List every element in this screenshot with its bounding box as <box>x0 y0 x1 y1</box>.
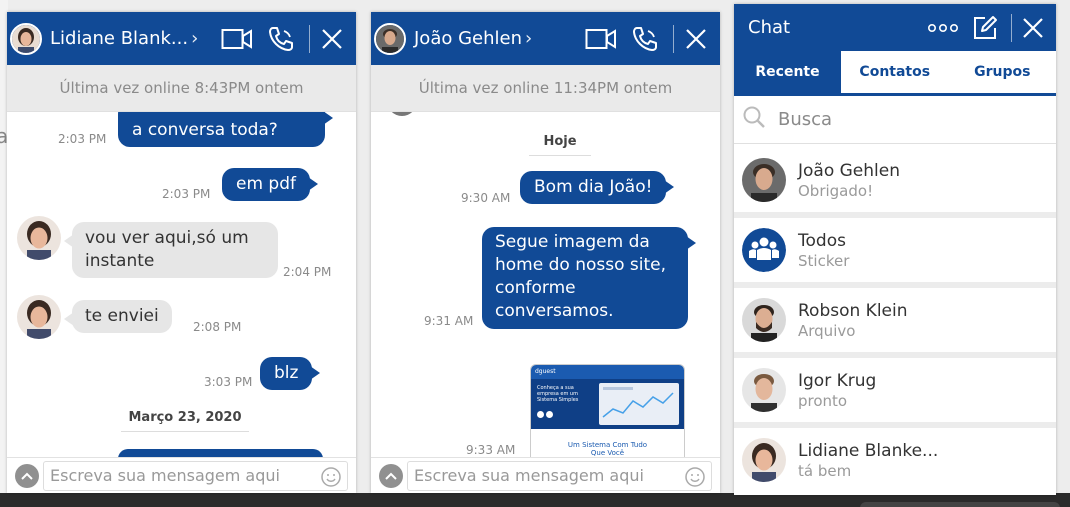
message-list[interactable]: Hoje Bom dia João! 9:30 AM Segue imagem … <box>371 112 720 457</box>
contact-name[interactable]: João Gehlen <box>414 28 522 49</box>
emoji-icon[interactable] <box>320 466 342 492</box>
chevron-up-icon[interactable] <box>15 463 39 488</box>
message-time: 2:03 PM <box>162 187 211 201</box>
phone-call-icon[interactable] <box>627 12 663 65</box>
avatar[interactable] <box>10 22 42 55</box>
message-time: 9:30 AM <box>461 191 511 205</box>
message-input[interactable]: Escreva sua mensagem aqui <box>407 460 712 492</box>
message-time: 9:33 AM <box>466 443 516 457</box>
contact-name: Todos <box>798 230 846 251</box>
phone-call-icon[interactable] <box>263 12 299 65</box>
list-item[interactable]: Igor Krug pronto <box>734 358 1056 422</box>
chevron-right-icon[interactable]: › <box>525 28 532 49</box>
chat-window-lidiane: Lidiane Blank... › Última vez online 8:4… <box>7 12 356 493</box>
chat-window-joao: João Gehlen › Última vez online 11:34PM … <box>371 12 720 493</box>
contact-name: Robson Klein <box>798 300 908 321</box>
date-separator: Março 23, 2020 <box>121 410 249 432</box>
message-time: 9:31 AM <box>424 314 474 328</box>
emoji-icon[interactable] <box>684 466 706 492</box>
avatar[interactable] <box>17 295 61 339</box>
outgoing-message: a conversa toda? <box>118 112 333 147</box>
compose-bar: Escreva sua mensagem aqui <box>371 457 720 493</box>
avatar[interactable] <box>17 216 61 260</box>
last-seen-status: Última vez online 8:43PM ontem <box>7 65 356 112</box>
avatar <box>387 112 417 116</box>
avatar <box>742 298 786 342</box>
compose-icon[interactable] <box>967 4 1003 51</box>
outgoing-message: Segue imagem da home do nosso site, conf… <box>482 227 696 329</box>
video-call-icon[interactable] <box>219 12 255 65</box>
tab-contatos[interactable]: Contatos <box>841 51 949 93</box>
contact-name: João Gehlen <box>798 160 900 181</box>
compose-bar: Escreva sua mensagem aqui <box>7 457 356 493</box>
taskbar <box>0 493 1070 507</box>
list-item[interactable]: Robson Klein Arquivo <box>734 288 1056 352</box>
message-input[interactable]: Escreva sua mensagem aqui <box>43 460 348 492</box>
message-list[interactable]: a conversa toda? 2:03 PM em pdf 2:03 PM … <box>7 112 356 457</box>
last-message: Sticker <box>798 251 850 270</box>
last-message: pronto <box>798 391 848 410</box>
search-input[interactable]: Busca <box>734 96 1056 144</box>
contact-name[interactable]: Lidiane Blank... <box>50 28 188 49</box>
chevron-up-icon[interactable] <box>379 463 403 488</box>
video-call-icon[interactable] <box>583 12 619 65</box>
contact-name: Lidiane Blanke... <box>798 440 939 461</box>
avatar <box>742 438 786 482</box>
contact-list: João Gehlen Obrigado! Todos Sticker Robs… <box>734 148 1056 492</box>
message-time: 2:03 PM <box>58 132 107 146</box>
incoming-message: vou ver aqui,só um instante <box>64 222 278 278</box>
avatar <box>742 368 786 412</box>
avatar <box>742 158 786 202</box>
last-seen-status: Última vez online 11:34PM ontem <box>371 65 720 112</box>
chat-header: João Gehlen › <box>371 12 720 65</box>
chevron-right-icon[interactable]: › <box>191 28 198 49</box>
outgoing-message: blz <box>260 357 321 390</box>
close-icon[interactable] <box>1020 4 1046 51</box>
close-icon[interactable] <box>318 12 346 65</box>
tab-grupos[interactable]: Grupos <box>948 51 1056 93</box>
sidebar-tabs: Recente Contatos Grupos <box>734 51 1056 93</box>
message-time: 2:04 PM <box>283 265 332 279</box>
search-icon <box>742 105 766 134</box>
group-icon <box>742 228 786 272</box>
outgoing-message <box>118 449 323 457</box>
avatar[interactable] <box>374 22 406 55</box>
last-message: Arquivo <box>798 321 856 340</box>
outgoing-message: em pdf <box>222 168 318 201</box>
chat-sidebar: Chat Recente Contatos Grupos Busca João … <box>734 4 1056 495</box>
date-separator: Hoje <box>529 134 591 156</box>
sidebar-header: Chat <box>734 4 1056 51</box>
last-message: tá bem <box>798 461 852 480</box>
message-time: 3:03 PM <box>204 375 253 389</box>
sidebar-title: Chat <box>748 17 791 38</box>
outgoing-message: Bom dia João! <box>520 171 675 204</box>
chat-header: Lidiane Blank... › <box>7 12 356 65</box>
incoming-message: te enviei <box>64 300 172 333</box>
tab-recente[interactable]: Recente <box>734 51 841 93</box>
close-icon[interactable] <box>682 12 710 65</box>
list-item[interactable]: João Gehlen Obrigado! <box>734 148 1056 212</box>
list-item[interactable]: Todos Sticker <box>734 218 1056 282</box>
last-message: Obrigado! <box>798 181 874 200</box>
message-time: 2:08 PM <box>193 320 242 334</box>
contact-name: Igor Krug <box>798 370 877 391</box>
more-options-icon[interactable] <box>925 4 961 51</box>
image-attachment[interactable]: dguest Conheça a sua empresa em um Siste… <box>530 364 685 457</box>
list-item[interactable]: Lidiane Blanke... tá bem <box>734 428 1056 492</box>
